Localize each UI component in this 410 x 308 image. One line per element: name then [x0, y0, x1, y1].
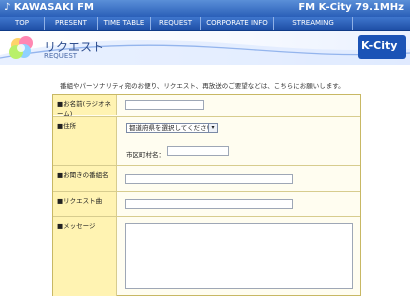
nav-streaming[interactable]: STREAMING — [274, 17, 353, 30]
program-label: ■お聞きの番組名 — [53, 166, 117, 191]
top-bar: ♪ KAWASAKI FM FM K-City 79.1MHz — [0, 0, 410, 17]
address-value-cell: 都道府県を選択してください ▾ 市区町村名： — [118, 117, 360, 165]
song-value-cell — [118, 192, 360, 216]
message-value-cell — [118, 217, 360, 296]
name-label: ■お名前(ラジオネーム) — [53, 95, 117, 118]
kcity-logo: K-City — [358, 35, 406, 59]
city-label: 市区町村名： — [126, 151, 165, 159]
row-song: ■リクエスト曲 — [53, 191, 360, 216]
request-form: ■お名前(ラジオネーム) ■住所 都道府県を選択してください ▾ 市区町村名： … — [52, 94, 361, 296]
logo-text: K-City — [361, 39, 398, 52]
nav-present[interactable]: PRESENT — [45, 17, 98, 30]
nav-top[interactable]: TOP — [0, 17, 45, 30]
page-subtitle: REQUEST — [44, 52, 78, 60]
row-name: ■お名前(ラジオネーム) — [53, 95, 360, 118]
nav-corporate-info[interactable]: CORPORATE INFO — [201, 17, 274, 30]
program-input[interactable] — [125, 174, 293, 184]
program-value-cell — [118, 166, 360, 191]
message-textarea[interactable] — [125, 223, 353, 289]
row-address: ■住所 都道府県を選択してください ▾ 市区町村名： — [53, 116, 360, 165]
name-value-cell — [118, 95, 360, 115]
address-label: ■住所 — [53, 117, 117, 165]
row-program: ■お聞きの番組名 — [53, 165, 360, 191]
name-input[interactable] — [125, 100, 204, 110]
prefecture-select[interactable]: 都道府県を選択してください ▾ — [126, 123, 218, 133]
intro-text: 番組やパーソナリティ宛のお便り、リクエスト、再放送のご要望などは、こちらにお願い… — [60, 82, 345, 90]
message-label: ■メッセージ — [53, 217, 117, 296]
nav-time-table[interactable]: TIME TABLE — [98, 17, 151, 30]
prefecture-select-value: 都道府県を選択してください — [129, 124, 214, 132]
row-message: ■メッセージ — [53, 216, 360, 296]
song-label: ■リクエスト曲 — [53, 192, 117, 216]
station-name: FM K-City 79.1MHz — [298, 2, 404, 13]
city-input[interactable] — [167, 146, 229, 156]
main-nav: TOP PRESENT TIME TABLE REQUEST CORPORATE… — [0, 17, 410, 31]
nav-request[interactable]: REQUEST — [151, 17, 201, 30]
site-title: ♪ KAWASAKI FM — [4, 2, 94, 13]
song-input[interactable] — [125, 199, 293, 209]
chevron-down-icon: ▾ — [208, 124, 217, 132]
